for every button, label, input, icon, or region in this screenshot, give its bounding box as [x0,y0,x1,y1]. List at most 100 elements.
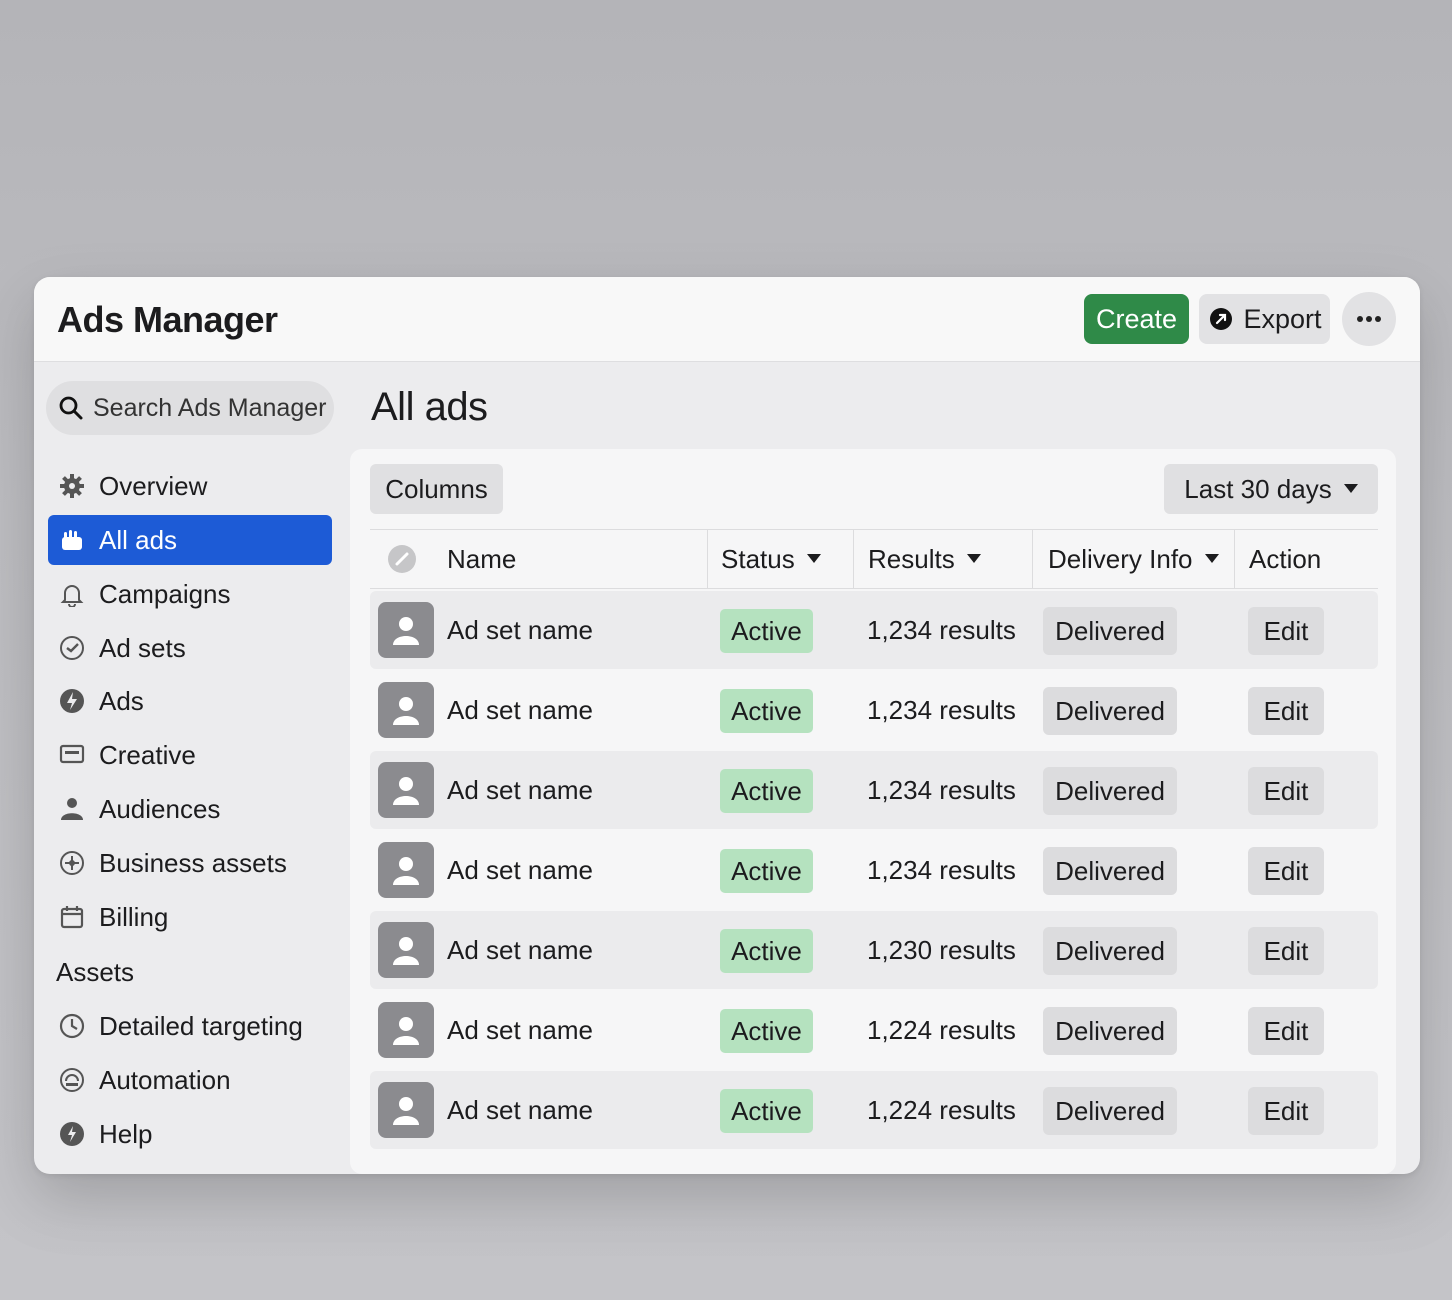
sidebar-item-detailed-targeting[interactable]: Detailed targeting [48,1001,332,1051]
sidebar-item-label: Ads [99,685,144,716]
chevron-down-icon [1343,484,1358,493]
edit-button[interactable]: Edit [1248,1007,1324,1055]
sidebar-item-label: Ad sets [99,632,186,663]
row-name[interactable]: Ad set name [447,1071,593,1149]
row-name[interactable]: Ad set name [447,991,593,1069]
sidebar-item-overview[interactable]: Overview [48,461,332,511]
status-badge: Active [720,849,813,893]
sidebar-item-creative[interactable]: Creative [48,730,332,780]
row-results: 1,234 results [867,694,1016,725]
sidebar-item-billing[interactable]: Billing [48,892,332,942]
sidebar-item-automation[interactable]: Automation [48,1055,332,1105]
table-row[interactable]: Ad set name Active 1,234 results Delivered E… [370,591,1378,669]
edit-button[interactable]: Edit [1248,607,1324,655]
ads-manager-window: Ads Manager Create Export Overview All a… [34,277,1420,1174]
compass-icon [58,849,86,877]
delivery-badge: Delivered [1043,847,1177,895]
export-icon [1207,305,1235,333]
avatar-icon [378,762,434,818]
column-divider [1234,530,1235,588]
sidebar-item-label: Detailed targeting [99,1010,303,1041]
sidebar-item-business-assets[interactable]: Business assets [48,838,332,888]
table-row[interactable]: Ad set name Active 1,234 results Delivered E… [370,831,1378,909]
avatar-icon [378,922,434,978]
row-name[interactable]: Ad set name [447,831,593,909]
edit-button[interactable]: Edit [1248,767,1324,815]
sidebar-item-help[interactable]: Help [48,1109,332,1159]
sidebar-item-label: Creative [99,739,196,770]
sort-down-icon [1204,554,1219,563]
clock-icon [58,1012,86,1040]
row-name[interactable]: Ad set name [447,911,593,989]
avatar-icon [378,842,434,898]
create-button[interactable]: Create [1084,294,1189,344]
row-results: 1,234 results [867,774,1016,805]
delivery-badge: Delivered [1043,767,1177,815]
columns-button[interactable]: Columns [370,464,503,514]
table-row[interactable]: Ad set name Active 1,230 results Delivered E… [370,911,1378,989]
date-range-dropdown[interactable]: Last 30 days [1164,464,1378,514]
search-box[interactable] [46,381,334,435]
table-row[interactable]: Ad set name Active 1,224 results Delivered E… [370,991,1378,1069]
avatar-icon [378,602,434,658]
header-results-label: Results [868,543,955,574]
sidebar-item-label: Help [99,1118,153,1149]
assets-heading: Assets [56,957,135,987]
status-badge: Active [720,1089,813,1133]
sidebar-item-ad-sets[interactable]: Ad sets [48,623,332,673]
row-results: 1,230 results [867,934,1016,965]
avatar-icon [378,1082,434,1138]
more-icon [1357,316,1381,322]
row-name[interactable]: Ad set name [447,591,593,669]
more-options-button[interactable] [1342,292,1396,346]
column-divider [1032,530,1033,588]
sidebar-item-label: Automation [99,1064,231,1095]
header-delivery-info[interactable]: Delivery Info [1048,530,1219,588]
delivery-badge: Delivered [1043,927,1177,975]
export-label: Export [1243,303,1322,334]
select-all-icon[interactable] [387,530,417,588]
automation-icon [58,1066,86,1094]
header-name[interactable]: Name [447,530,516,588]
gear-icon [58,472,86,500]
search-input[interactable] [93,393,329,423]
sidebar-item-all-ads[interactable]: All ads [48,515,332,565]
app-title: Ads Manager [57,299,278,340]
header-action: Action [1249,543,1322,574]
row-name[interactable]: Ad set name [447,671,593,749]
column-divider [707,530,708,588]
table-row[interactable]: Ad set name Active 1,234 results Delivered E… [370,671,1378,749]
sidebar-item-label: Billing [99,901,169,932]
sidebar-item-label: All ads [99,524,178,555]
edit-button[interactable]: Edit [1248,1087,1324,1135]
sidebar-item-label: Business assets [99,847,287,878]
avatar-icon [378,1002,434,1058]
row-results: 1,234 results [867,614,1016,645]
search-icon [57,394,85,422]
sidebar-item-label: Overview [99,470,208,501]
status-badge: Active [720,929,813,973]
row-name[interactable]: Ad set name [447,751,593,829]
edit-button[interactable]: Edit [1248,687,1324,735]
sidebar-item-label: Audiences [99,793,221,824]
header-status[interactable]: Status [721,530,821,588]
table-header: Name Status Results Delivery Info Action [370,529,1378,589]
avatar-icon [378,682,434,738]
sidebar-item-ads[interactable]: Ads [48,676,332,726]
header-results[interactable]: Results [868,530,981,588]
edit-button[interactable]: Edit [1248,847,1324,895]
column-divider [853,530,854,588]
delivery-badge: Delivered [1043,1087,1177,1135]
sidebar-item-campaigns[interactable]: Campaigns [48,569,332,619]
page-title: All ads [371,385,488,429]
sidebar-item-audiences[interactable]: Audiences [48,784,332,834]
table-row[interactable]: Ad set name Active 1,224 results Delivered E… [370,1071,1378,1149]
table-row[interactable]: Ad set name Active 1,234 results Delivered E… [370,751,1378,829]
edit-button[interactable]: Edit [1248,927,1324,975]
row-results: 1,224 results [867,1014,1016,1045]
help-icon [58,1120,86,1148]
row-results: 1,234 results [867,854,1016,885]
status-badge: Active [720,1009,813,1053]
sidebar-item-label: Campaigns [99,578,231,609]
export-button[interactable]: Export [1199,294,1330,344]
